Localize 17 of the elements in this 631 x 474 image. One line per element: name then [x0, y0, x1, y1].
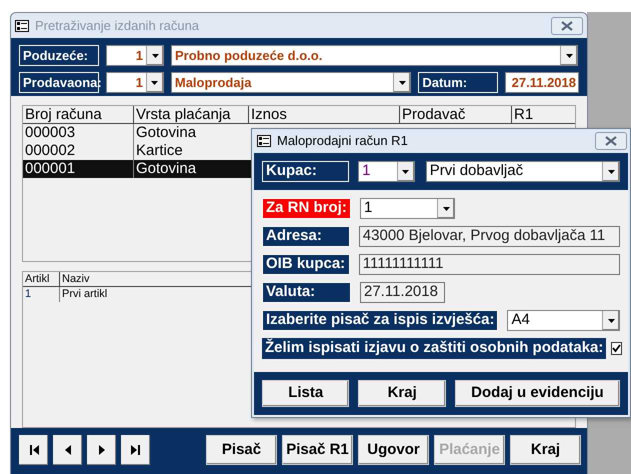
- field-label: Za RN broj:: [262, 198, 351, 219]
- field-label: Kupac:: [262, 161, 350, 182]
- field-label: Datum:: [418, 72, 498, 93]
- field-label: Želim ispisati izjavu o zaštiti osobnih podataka:: [262, 338, 606, 359]
- table-cell: Gotovina: [133, 124, 248, 142]
- field-label: OIB kupca:: [262, 254, 350, 275]
- field-label: Valuta:: [262, 282, 351, 303]
- table-cell-text: 1: [24, 287, 32, 302]
- field-label: Poduzeće:: [19, 45, 99, 66]
- field-label: Izaberite pisač za ispis izvješća:: [262, 310, 498, 331]
- field-label: Adresa:: [262, 226, 350, 247]
- table-cell-text: 000002: [24, 142, 76, 160]
- table-cell: Gotovina: [133, 160, 248, 178]
- window-title: Maloprodajni račun R1: [277, 132, 409, 150]
- table-cell-text: 000003: [24, 124, 76, 142]
- table-cell-text: 000001: [24, 160, 76, 178]
- window-title: Pretraživanje izdanih računa: [35, 16, 200, 35]
